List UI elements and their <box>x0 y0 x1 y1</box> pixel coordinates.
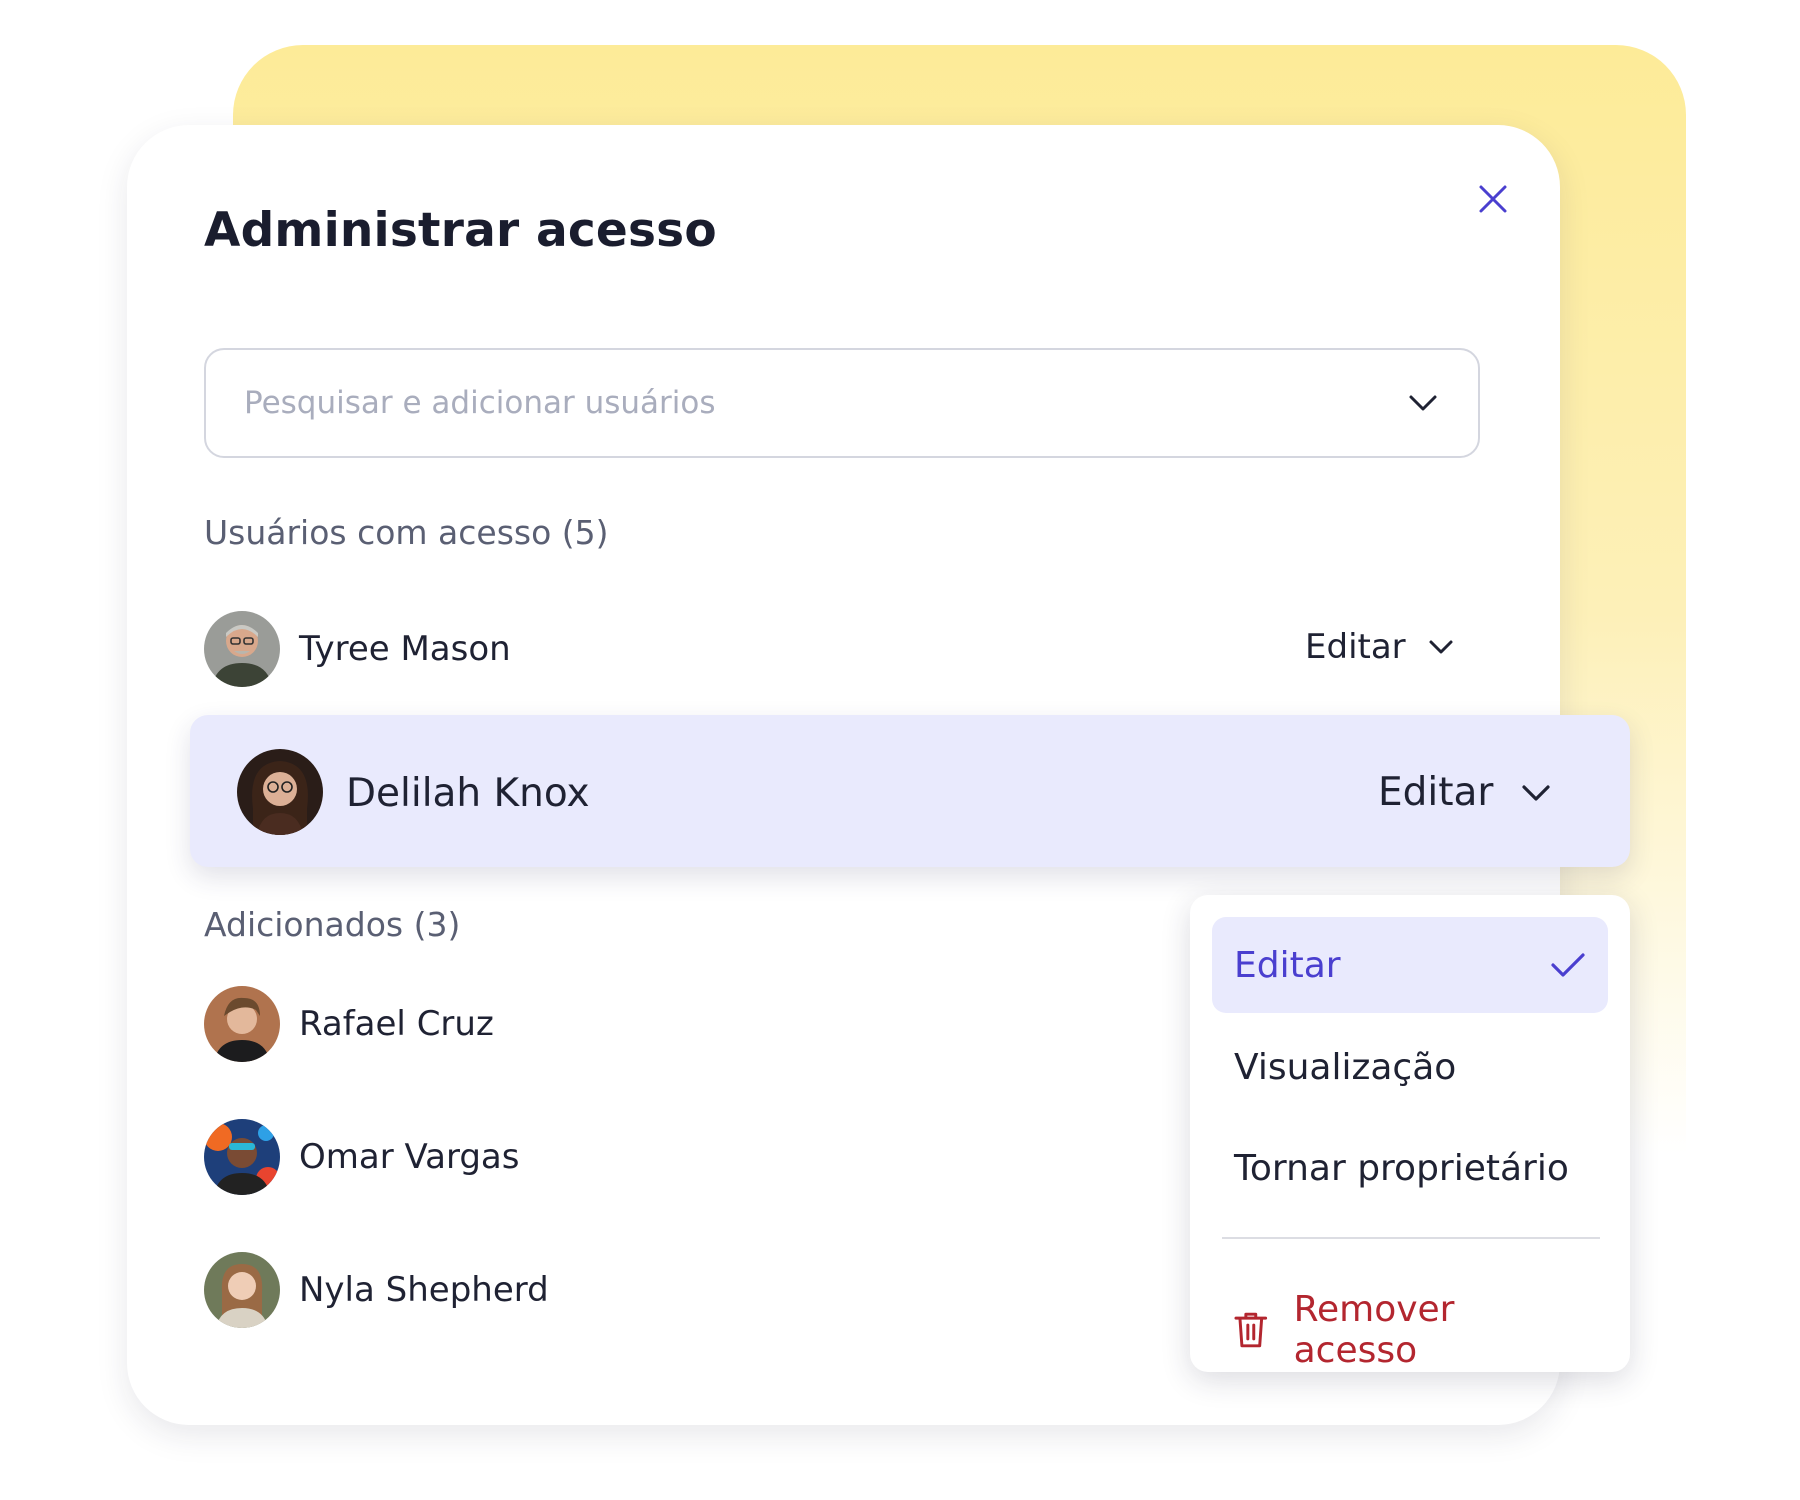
role-select-tyree[interactable]: Editar <box>1305 627 1454 667</box>
menu-item-editar[interactable]: Editar <box>1212 917 1608 1013</box>
avatar <box>204 1119 280 1195</box>
section-users-with-access: Usuários com acesso (5) <box>204 513 609 552</box>
search-dropdown-toggle[interactable] <box>1406 386 1440 420</box>
menu-item-visualizacao[interactable]: Visualização <box>1212 1019 1608 1115</box>
menu-item-tornar-proprietario[interactable]: Tornar proprietário <box>1212 1120 1608 1216</box>
user-name: Omar Vargas <box>299 1137 520 1177</box>
user-name: Nyla Shepherd <box>299 1270 549 1310</box>
stage: Administrar acesso Usuários com acesso (… <box>0 0 1800 1500</box>
menu-divider <box>1222 1237 1600 1239</box>
search-input[interactable] <box>244 385 1406 421</box>
close-icon <box>1479 185 1507 213</box>
avatar <box>204 1252 280 1328</box>
user-row-delilah-active[interactable]: Delilah Knox Editar <box>190 715 1630 867</box>
trash-icon <box>1234 1312 1268 1348</box>
avatar <box>237 749 323 835</box>
role-dropdown-menu: Editar Visualização Tornar proprietário … <box>1190 895 1630 1372</box>
user-name: Delilah Knox <box>346 771 590 816</box>
avatar <box>204 986 280 1062</box>
chevron-down-icon <box>1429 640 1453 654</box>
role-select-delilah[interactable]: Editar <box>1378 770 1551 815</box>
close-button[interactable] <box>1465 171 1521 227</box>
menu-item-label: Tornar proprietário <box>1234 1147 1569 1189</box>
avatar <box>204 611 280 687</box>
user-name: Tyree Mason <box>299 629 511 669</box>
role-label: Editar <box>1305 627 1406 667</box>
dialog-title: Administrar acesso <box>204 203 717 258</box>
menu-item-label: Editar <box>1234 944 1341 986</box>
menu-item-label: Visualização <box>1234 1046 1457 1088</box>
chevron-down-icon <box>1409 395 1437 411</box>
check-icon <box>1551 953 1585 977</box>
section-added: Adicionados (3) <box>204 905 461 944</box>
remove-access-label: Remover acesso <box>1293 1289 1455 1371</box>
user-search-combobox[interactable] <box>204 348 1480 458</box>
chevron-down-icon <box>1522 784 1551 801</box>
remove-access-button[interactable]: Remover acesso <box>1212 1289 1608 1371</box>
role-label: Editar <box>1378 770 1494 815</box>
user-name: Rafael Cruz <box>299 1004 494 1044</box>
